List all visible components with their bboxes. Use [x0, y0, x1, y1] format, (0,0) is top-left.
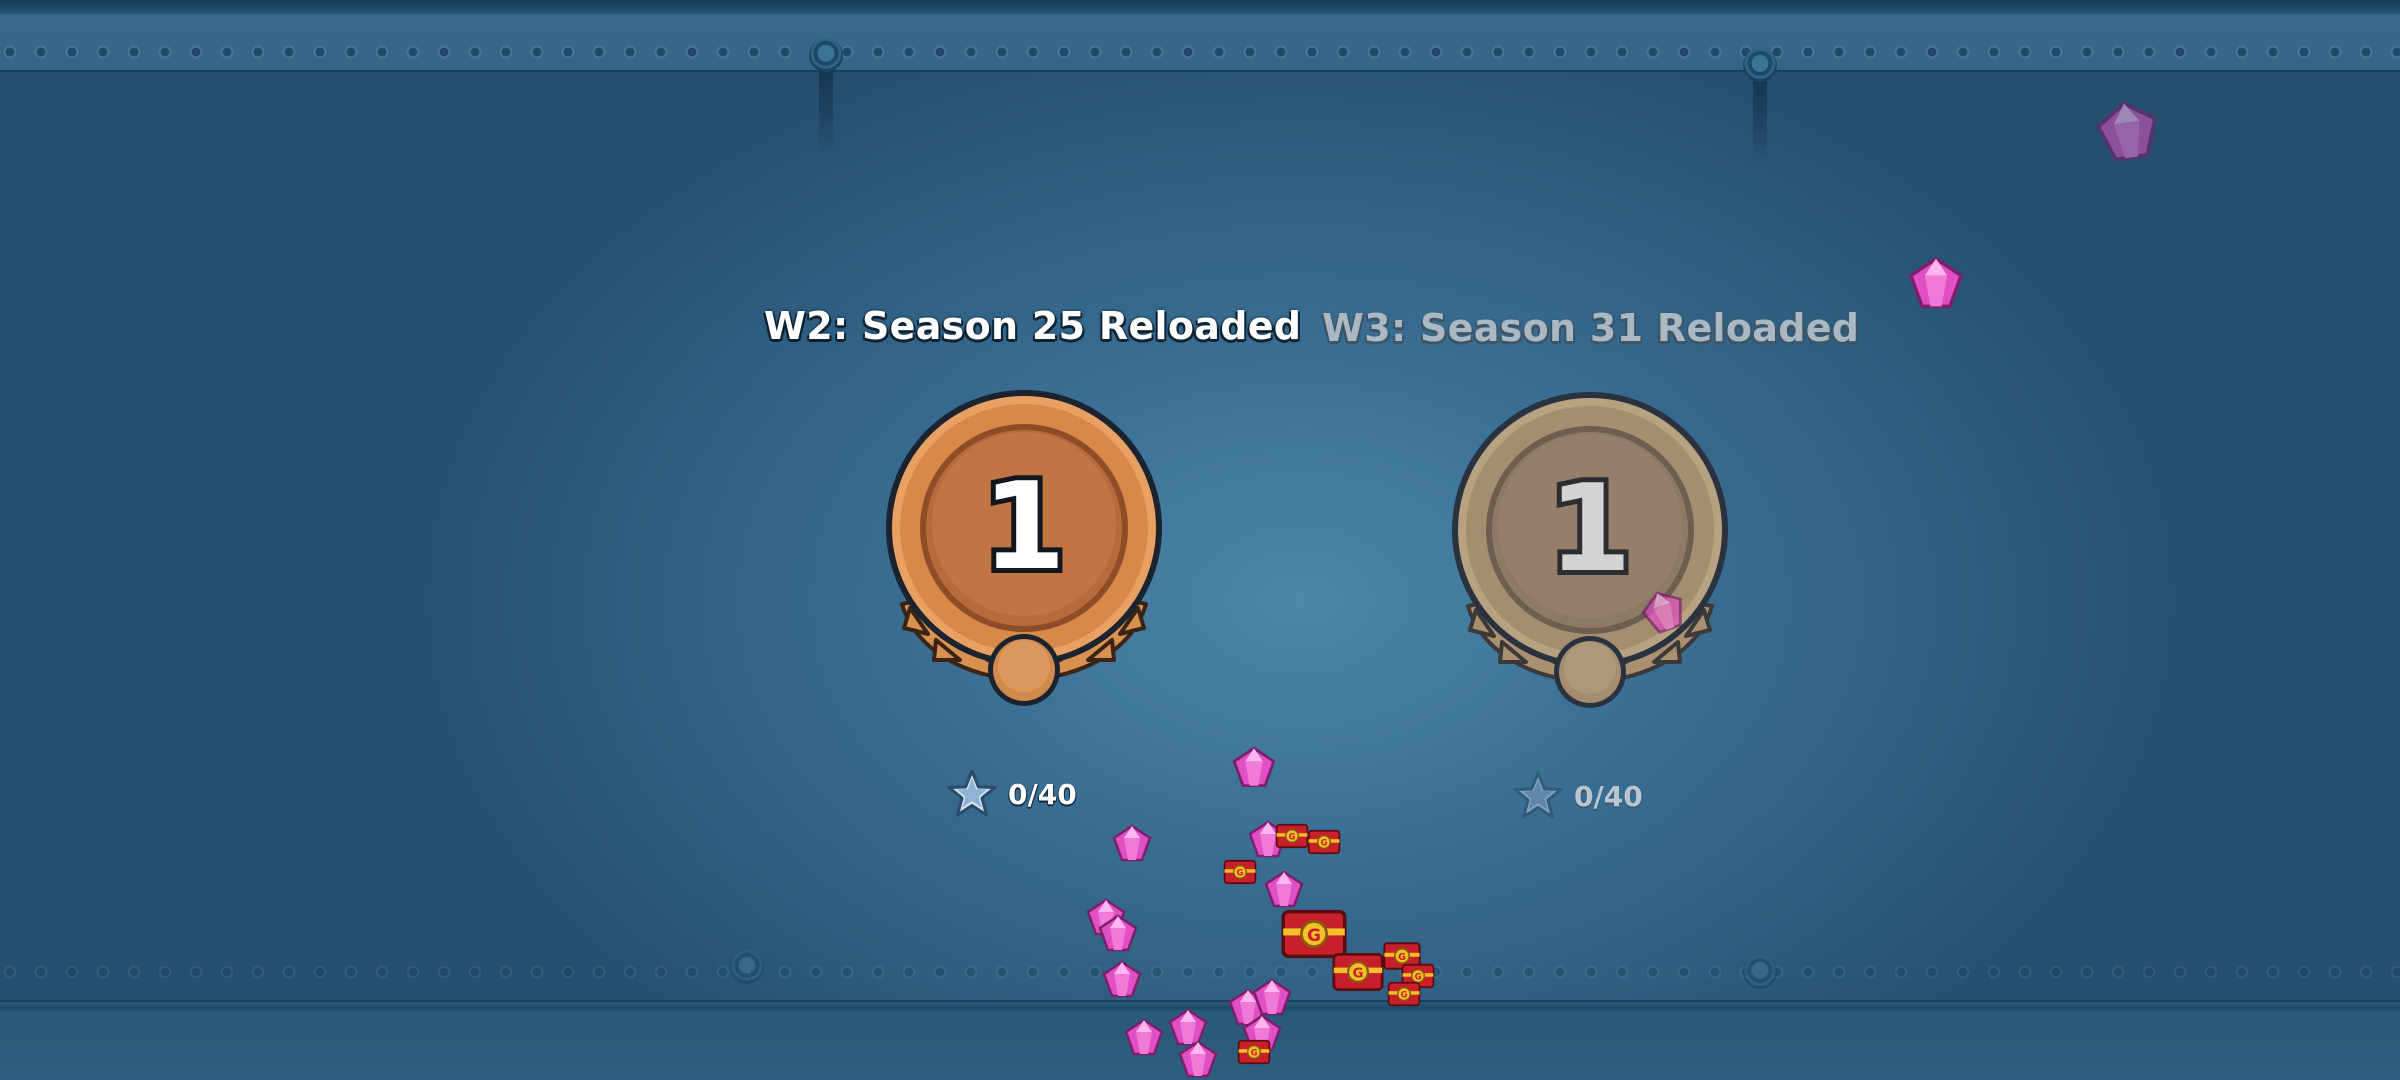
- bolt-icon: [730, 950, 764, 984]
- star-icon: [1513, 771, 1563, 819]
- season-title-w2: W2: Season 25 Reloaded: [764, 304, 1302, 348]
- season-medal-w3[interactable]: 1: [1440, 380, 1740, 710]
- season-title-w3: W3: Season 31 Reloaded: [1322, 306, 1860, 350]
- season-progress-w2: 0/40: [946, 766, 1077, 822]
- bolt-icon: [1743, 955, 1777, 989]
- season-medal-w2[interactable]: 1: [874, 378, 1174, 708]
- bolt-shadow: [1753, 76, 1767, 166]
- bolt-shadow: [819, 66, 833, 156]
- season-rank-w3: 1: [1548, 460, 1632, 599]
- star-icon: [947, 769, 997, 817]
- top-rivet-row: [0, 42, 2400, 62]
- muted-medal-icon: 1: [1452, 392, 1728, 708]
- reward-particles: G: [1086, 0, 2400, 1078]
- season-progress-w3: 0/40: [1512, 768, 1643, 824]
- season-select-screen: W2: Season 25 Reloaded 1 0/40 W3: Season…: [0, 0, 2400, 1080]
- bronze-medal-icon: 1: [886, 390, 1162, 706]
- bottom-metal-band: [0, 1000, 2400, 1080]
- bottom-rivet-row: [0, 962, 2400, 982]
- season-rank-w2: 1: [982, 458, 1066, 597]
- bolt-icon: [1743, 48, 1777, 82]
- progress-count: 0/40: [1008, 777, 1077, 811]
- bolt-icon: [809, 38, 843, 72]
- progress-count: 0/40: [1574, 779, 1643, 813]
- top-metal-rim: [0, 0, 2400, 14]
